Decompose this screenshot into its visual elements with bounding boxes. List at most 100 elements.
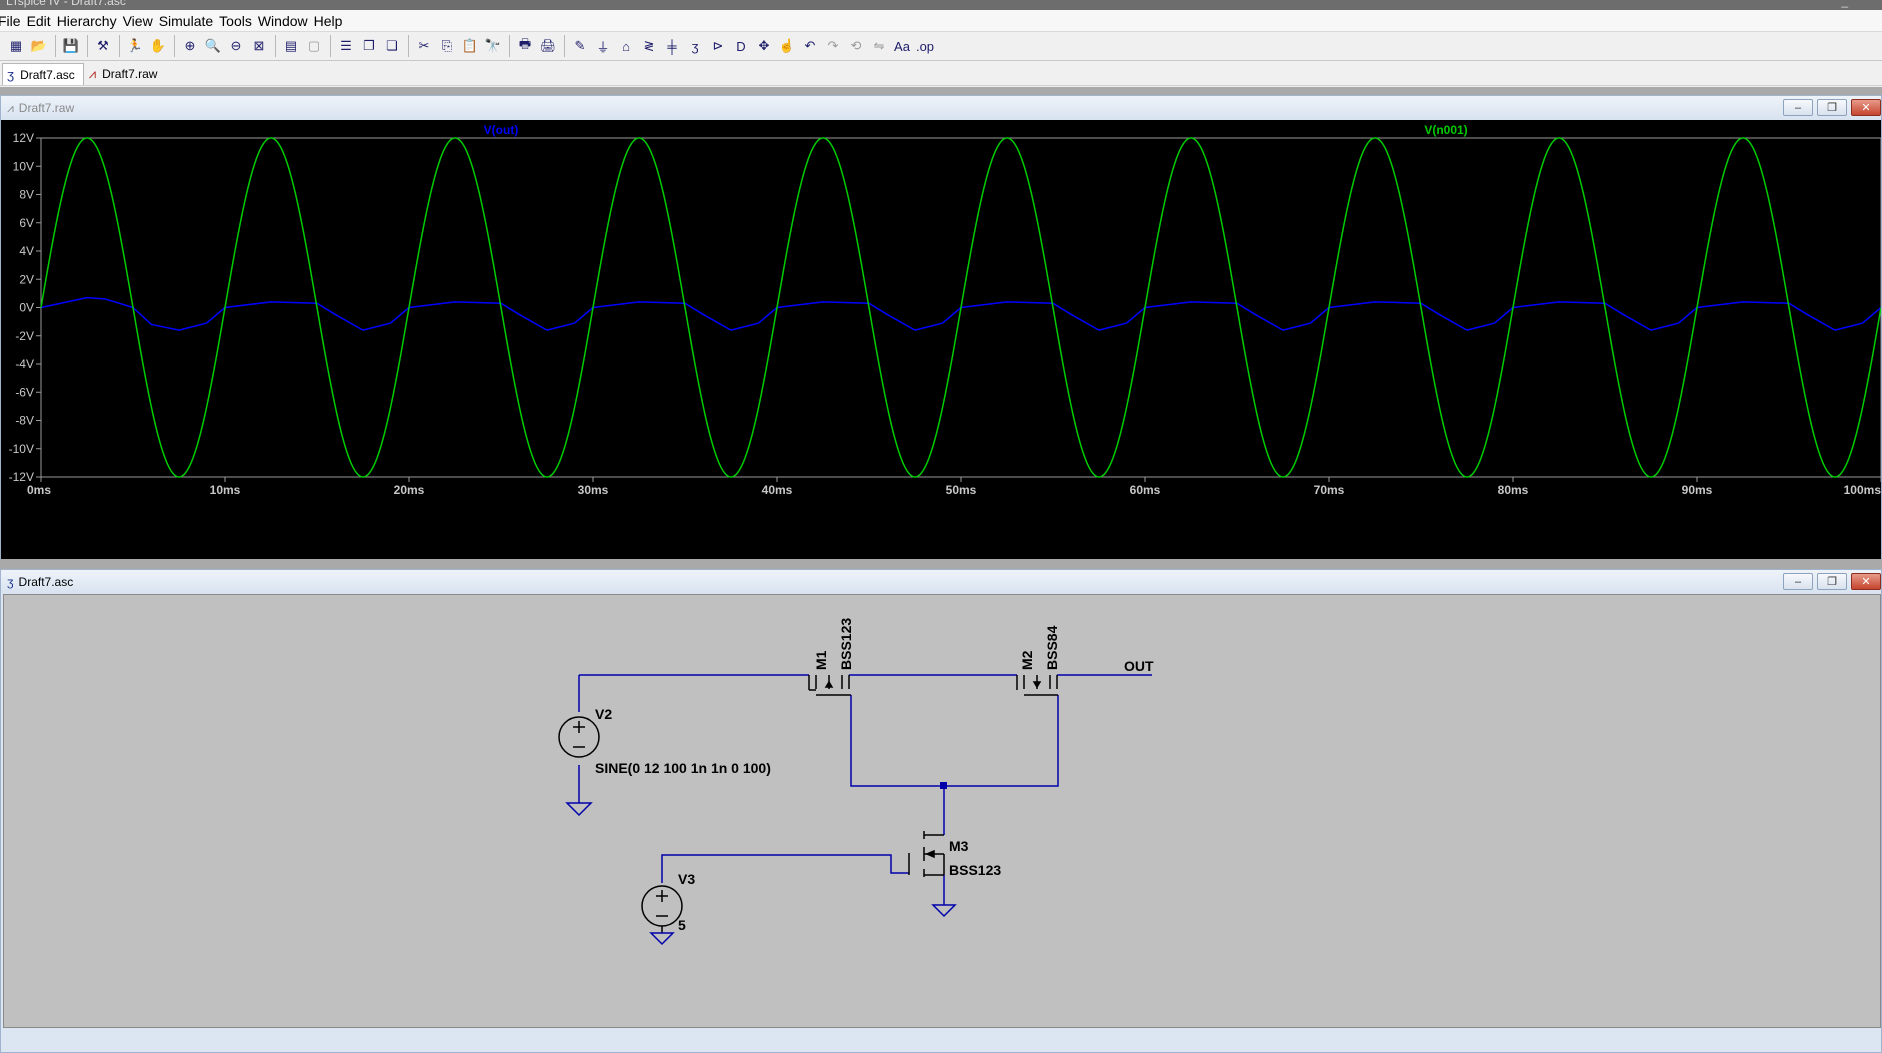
ground-icon[interactable] xyxy=(649,932,675,946)
out-net-label: OUT xyxy=(1124,658,1154,674)
toolbar-separator xyxy=(119,35,120,57)
print-setup-icon[interactable]: 🖶 xyxy=(514,35,536,57)
toolbar-separator xyxy=(509,35,510,57)
y-tick-label: -10V xyxy=(9,442,34,456)
m3-ref-label: M3 xyxy=(949,838,969,854)
inductor-icon[interactable]: ʒ xyxy=(684,35,706,57)
pan-icon[interactable]: 🔍 xyxy=(202,35,224,57)
undo-icon[interactable]: ↶ xyxy=(799,35,821,57)
cascade-icon[interactable]: ❐ xyxy=(358,35,380,57)
ground-icon[interactable] xyxy=(565,802,593,817)
label-net-icon[interactable]: ⌂ xyxy=(615,35,637,57)
m1-ref-label: M1 xyxy=(813,650,829,670)
mdi-workspace: ⩘ Draft7.raw – ❐ ✕ 12V 10V 8V 6V 4V 2V 0V -2V -4… xyxy=(0,87,1882,1053)
schematic-drawing[interactable]: M1 BSS123 M2 BSS84 OUT V2 SINE(0 12 100 … xyxy=(4,595,1880,1027)
waveform-chart[interactable]: 12V 10V 8V 6V 4V 2V 0V -2V -4V -6V -8V -10V -12V0ms 1… xyxy=(1,120,1881,559)
wire[interactable] xyxy=(661,854,909,883)
waveform-icon: ⩘ xyxy=(88,66,97,81)
tab-label: Draft7.raw xyxy=(102,67,158,81)
capacitor-icon[interactable]: ╪ xyxy=(661,35,683,57)
paste-icon[interactable]: 📋 xyxy=(459,35,481,57)
schematic-close-button[interactable]: ✕ xyxy=(1851,573,1881,590)
print-icon[interactable]: 🖨 xyxy=(537,35,559,57)
x-tick-label: 30ms xyxy=(578,483,609,497)
m2-symbol[interactable] xyxy=(1016,675,1058,696)
tab-draft7-raw[interactable]: ⩘ Draft7.raw xyxy=(84,63,167,85)
diode-icon[interactable]: ⊳ xyxy=(707,35,729,57)
component-icon[interactable]: D xyxy=(730,35,752,57)
waveform-minimize-button[interactable]: – xyxy=(1783,99,1813,116)
tile-vertical-icon[interactable]: ☰ xyxy=(335,35,357,57)
v3-symbol[interactable] xyxy=(641,885,683,933)
rotate-icon[interactable]: ⟲ xyxy=(845,35,867,57)
zoom-fit-icon[interactable]: ⊠ xyxy=(248,35,270,57)
menu-simulate[interactable]: Simulate xyxy=(159,11,219,31)
menu-view[interactable]: View xyxy=(123,11,159,31)
drag-icon[interactable]: ☝ xyxy=(776,35,798,57)
menu-file[interactable]: File xyxy=(0,11,27,31)
waveform-icon: ⩘ xyxy=(7,100,14,115)
schematic-window-controls: – ❐ ✕ xyxy=(1779,573,1881,590)
schematic-window-title-bar[interactable]: ʒ Draft7.asc xyxy=(1,570,1881,594)
tab-draft7-asc[interactable]: ʒ Draft7.asc xyxy=(2,63,84,85)
save-icon[interactable]: 💾 xyxy=(60,35,82,57)
menu-edit[interactable]: Edit xyxy=(27,11,57,31)
new-schematic-icon[interactable]: ▦ xyxy=(5,35,27,57)
mirror-icon[interactable]: ⇋ xyxy=(868,35,890,57)
find-icon[interactable]: 🔭 xyxy=(482,35,504,57)
ground-icon[interactable]: ⏚ xyxy=(592,35,614,57)
schematic-restore-button[interactable]: ❐ xyxy=(1817,573,1847,590)
control-panel-icon[interactable]: ⚒ xyxy=(92,35,114,57)
v2-ref-label: V2 xyxy=(595,706,612,722)
cut-icon[interactable]: ✂ xyxy=(413,35,435,57)
delete-traces-icon[interactable]: ▢ xyxy=(303,35,325,57)
waveform-plot-pane[interactable]: 12V 10V 8V 6V 4V 2V 0V -2V -4V -6V -8V -10V -12V 0ms 1… xyxy=(1,120,1881,559)
window-minimize-button[interactable]: _ xyxy=(1841,0,1848,8)
menu-help[interactable]: Help xyxy=(314,11,349,31)
redo-icon[interactable]: ↷ xyxy=(822,35,844,57)
y-tick-label: -4V xyxy=(15,357,34,371)
run-icon[interactable]: 🏃 xyxy=(124,35,146,57)
trace-name-label[interactable]: V(out) xyxy=(484,123,519,137)
m1-symbol[interactable] xyxy=(808,675,851,696)
x-tick-label: 90ms xyxy=(1682,483,1713,497)
y-tick-label: 4V xyxy=(19,244,34,258)
waveform-restore-button[interactable]: ❐ xyxy=(1817,99,1847,116)
m3-symbol[interactable] xyxy=(908,831,945,877)
schematic-wires[interactable] xyxy=(578,674,1152,905)
v2-symbol[interactable] xyxy=(558,716,600,758)
resistor-icon[interactable]: ≷ xyxy=(638,35,660,57)
series-line-vn001[interactable] xyxy=(40,137,1881,478)
x-tick-label: 0ms xyxy=(27,483,51,497)
halt-icon[interactable]: ✋ xyxy=(147,35,169,57)
wire[interactable] xyxy=(850,695,1059,787)
text-icon[interactable]: Aa xyxy=(891,35,913,57)
tile-horizontal-icon[interactable]: ❏ xyxy=(381,35,403,57)
x-tick-label: 50ms xyxy=(946,483,977,497)
move-icon[interactable]: ✥ xyxy=(753,35,775,57)
open-icon[interactable]: 📂 xyxy=(28,35,50,57)
ground-icon[interactable] xyxy=(931,904,957,918)
tab-label: Draft7.asc xyxy=(20,67,75,82)
menu-window[interactable]: Window xyxy=(258,11,314,31)
spice-directive-icon[interactable]: .op xyxy=(914,35,936,57)
x-tick-label: 40ms xyxy=(762,483,793,497)
zoom-in-icon[interactable]: ⊕ xyxy=(179,35,201,57)
schematic-minimize-button[interactable]: – xyxy=(1783,573,1813,590)
menu-bar: File Edit Hierarchy View Simulate Tools Window… xyxy=(0,10,1882,31)
menu-hierarchy[interactable]: Hierarchy xyxy=(57,11,123,31)
document-tabs: ʒ Draft7.asc ⩘ Draft7.raw xyxy=(0,62,1882,86)
schematic-window-footer xyxy=(1,1028,1881,1052)
autorange-icon[interactable]: ▤ xyxy=(280,35,302,57)
waveform-window-title-bar[interactable]: ⩘ Draft7.raw xyxy=(1,96,1881,120)
waveform-close-button[interactable]: ✕ xyxy=(1851,99,1881,116)
copy-icon[interactable]: ⎘ xyxy=(436,35,458,57)
zoom-out-icon[interactable]: ⊖ xyxy=(225,35,247,57)
toolbar-separator xyxy=(174,35,175,57)
y-tick-label: 8V xyxy=(19,188,34,202)
series-line-vout[interactable] xyxy=(40,296,1881,331)
menu-tools[interactable]: Tools xyxy=(219,11,258,31)
wire-icon[interactable]: ✎ xyxy=(569,35,591,57)
schematic-canvas[interactable]: M1 BSS123 M2 BSS84 OUT V2 SINE(0 12 100 … xyxy=(3,594,1881,1028)
trace-name-label[interactable]: V(n001) xyxy=(1424,123,1467,137)
